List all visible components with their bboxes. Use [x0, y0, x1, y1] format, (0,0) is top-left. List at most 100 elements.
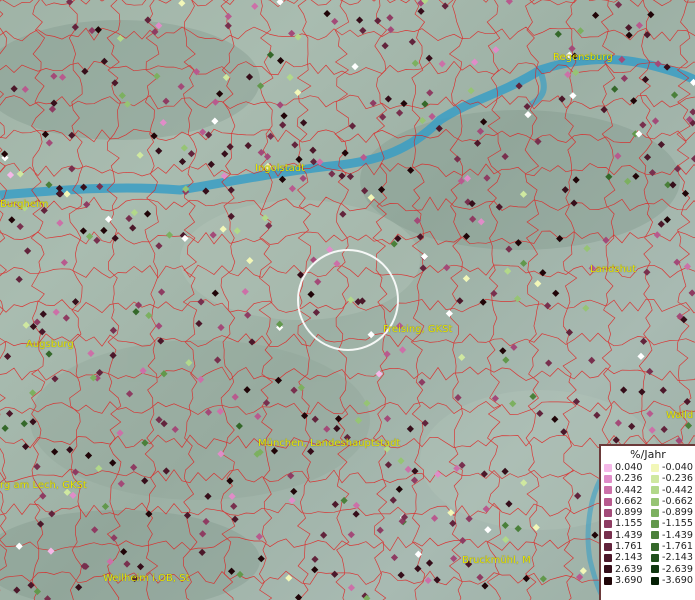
station-point[interactable]: [348, 122, 357, 130]
station-point[interactable]: [653, 231, 661, 239]
station-point[interactable]: [8, 216, 16, 224]
station-point[interactable]: [484, 526, 492, 534]
station-point[interactable]: [20, 420, 28, 428]
station-point[interactable]: [197, 298, 205, 306]
station-point[interactable]: [294, 88, 302, 97]
station-point[interactable]: [639, 337, 648, 345]
station-point[interactable]: [39, 492, 47, 500]
station-point[interactable]: [539, 269, 547, 277]
station-point[interactable]: [588, 356, 596, 365]
station-point[interactable]: [359, 26, 367, 35]
station-point[interactable]: [406, 425, 414, 433]
station-point[interactable]: [3, 352, 12, 360]
station-point[interactable]: [419, 264, 427, 272]
station-point[interactable]: [1, 424, 9, 432]
station-point[interactable]: [389, 496, 397, 504]
station-point[interactable]: [639, 121, 647, 129]
station-point[interactable]: [600, 106, 608, 114]
station-point[interactable]: [125, 214, 133, 223]
station-point[interactable]: [569, 92, 577, 100]
station-point[interactable]: [187, 150, 196, 158]
station-point[interactable]: [60, 258, 68, 267]
station-point[interactable]: [132, 308, 140, 316]
station-point[interactable]: [65, 0, 74, 6]
station-point[interactable]: [651, 117, 660, 125]
station-point[interactable]: [456, 297, 464, 305]
station-point[interactable]: [690, 155, 695, 163]
station-point[interactable]: [534, 280, 542, 288]
station-point[interactable]: [180, 144, 188, 152]
station-point[interactable]: [386, 14, 394, 22]
station-point[interactable]: [129, 224, 137, 232]
station-point[interactable]: [320, 531, 328, 539]
station-point[interactable]: [383, 415, 392, 423]
station-point[interactable]: [657, 220, 665, 228]
station-point[interactable]: [379, 113, 387, 121]
station-point[interactable]: [659, 386, 667, 394]
station-point[interactable]: [207, 160, 215, 168]
station-point[interactable]: [420, 252, 429, 261]
station-point[interactable]: [338, 172, 346, 180]
station-point[interactable]: [558, 95, 566, 103]
station-point[interactable]: [367, 331, 375, 339]
station-point[interactable]: [510, 343, 518, 351]
station-point[interactable]: [646, 410, 654, 418]
station-point[interactable]: [311, 566, 319, 574]
station-point[interactable]: [414, 564, 422, 573]
station-point[interactable]: [505, 0, 513, 5]
station-point[interactable]: [381, 42, 389, 50]
station-point[interactable]: [620, 74, 629, 82]
station-point[interactable]: [279, 121, 287, 129]
station-point[interactable]: [411, 59, 419, 67]
station-point[interactable]: [346, 172, 355, 181]
station-point[interactable]: [100, 226, 108, 235]
station-point[interactable]: [383, 350, 391, 358]
station-point[interactable]: [579, 567, 587, 575]
station-point[interactable]: [641, 75, 650, 84]
station-point[interactable]: [62, 314, 70, 322]
station-point[interactable]: [309, 146, 317, 154]
station-point[interactable]: [572, 68, 580, 77]
station-point[interactable]: [545, 359, 553, 367]
station-point[interactable]: [341, 149, 349, 157]
station-point[interactable]: [38, 328, 46, 336]
station-point[interactable]: [635, 21, 643, 29]
station-point[interactable]: [620, 386, 628, 394]
station-point[interactable]: [266, 51, 275, 59]
station-point[interactable]: [178, 0, 186, 7]
station-point[interactable]: [504, 267, 512, 275]
station-point[interactable]: [299, 174, 307, 183]
station-point[interactable]: [295, 155, 303, 163]
station-point[interactable]: [583, 244, 591, 253]
station-point[interactable]: [130, 208, 139, 217]
station-point[interactable]: [134, 301, 143, 309]
station-point[interactable]: [400, 99, 408, 108]
station-point[interactable]: [224, 12, 232, 21]
station-point[interactable]: [384, 95, 392, 103]
station-point[interactable]: [395, 109, 404, 117]
station-point[interactable]: [347, 531, 355, 539]
station-point[interactable]: [83, 200, 91, 209]
station-point[interactable]: [263, 153, 272, 161]
station-point[interactable]: [476, 573, 484, 582]
station-point[interactable]: [257, 148, 265, 157]
station-point[interactable]: [376, 526, 384, 534]
station-point[interactable]: [331, 500, 339, 508]
station-point[interactable]: [404, 465, 412, 473]
station-point[interactable]: [499, 347, 507, 355]
station-point[interactable]: [311, 555, 319, 563]
station-point[interactable]: [417, 7, 425, 15]
station-point[interactable]: [351, 62, 359, 71]
station-point[interactable]: [430, 514, 439, 522]
station-point[interactable]: [352, 501, 360, 510]
station-point[interactable]: [418, 378, 426, 386]
station-point[interactable]: [255, 533, 263, 541]
station-point[interactable]: [288, 185, 297, 193]
station-point[interactable]: [643, 268, 651, 276]
station-point[interactable]: [15, 275, 23, 283]
station-point[interactable]: [291, 141, 299, 149]
station-point[interactable]: [398, 346, 407, 354]
station-point[interactable]: [276, 0, 284, 6]
station-point[interactable]: [109, 326, 118, 334]
station-point[interactable]: [611, 85, 619, 93]
